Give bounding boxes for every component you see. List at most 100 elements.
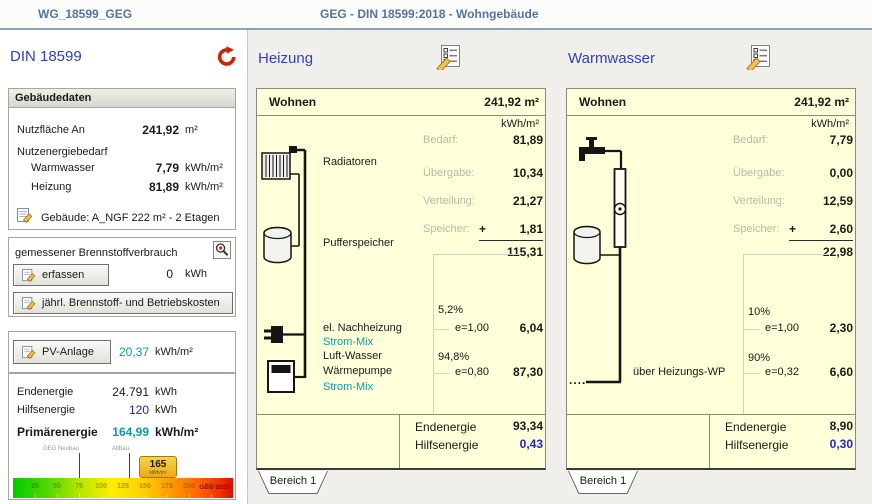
bracket-tick	[433, 373, 449, 374]
heating-zone-tab-label: Bereich 1	[259, 471, 327, 493]
sum-line	[479, 240, 543, 241]
panel-aux-label: Hilfsenergie	[725, 438, 788, 452]
heating-title: Heizung	[258, 50, 313, 67]
final-energy-unit: kWh	[155, 386, 177, 398]
panel-aux-value: 0,30	[789, 437, 853, 451]
zone-header: Wohnen 241,92 m²	[567, 89, 855, 116]
buffer-tank-icon	[264, 228, 291, 263]
bar-tick	[167, 494, 168, 498]
dhw-value: 7,79	[119, 161, 179, 175]
speicher-label: Speicher:	[733, 223, 779, 235]
bar-tick	[101, 494, 102, 498]
scale-tick: 150	[134, 483, 156, 490]
storage-label: Pufferspeicher	[323, 237, 394, 249]
costs-label: jährl. Brennstoff- und Betriebskosten	[42, 297, 220, 309]
generator-name2: Wärmepumpe	[323, 365, 392, 377]
uebergabe-value: 0,00	[789, 166, 853, 180]
bracket-line	[743, 254, 829, 255]
heat-pump-icon	[268, 361, 305, 392]
primary-energy-label: Primärenergie	[17, 425, 98, 439]
faucet-icon	[579, 137, 605, 161]
bar-tick	[35, 494, 36, 498]
emitter-label: Radiatoren	[323, 156, 377, 168]
panel-aux-value: 0,43	[479, 437, 543, 451]
generator-share: 5,2%	[438, 304, 463, 316]
fuel-value: 0	[113, 267, 173, 281]
bar-tick	[145, 494, 146, 498]
main-window: WG_18599_GEG GEG - DIN 18599:2018 - Wohn…	[0, 0, 872, 504]
totals-divider-v	[709, 414, 710, 468]
pv-label: PV-Anlage	[42, 346, 94, 358]
dhw-title: Warmwasser	[568, 50, 655, 67]
electric-plug-icon	[264, 326, 305, 343]
bracket-tick	[743, 329, 759, 330]
dhw-zone-tab-label: Bereich 1	[569, 471, 637, 493]
refresh-icon[interactable]	[216, 46, 238, 68]
sum-line	[789, 240, 853, 241]
preview-icon[interactable]	[213, 241, 231, 259]
scale-tick: 75	[68, 483, 90, 490]
unit-header: kWh/m²	[501, 118, 539, 130]
scale-tick: 125	[112, 483, 134, 490]
fuel-unit: kWh	[185, 268, 207, 280]
heating-zone-tab[interactable]: Bereich 1	[258, 471, 328, 494]
building-info[interactable]: Gebäude: A_NGF 222 m² - 2 Etagen	[41, 212, 220, 224]
record-fuel-label: erfassen	[42, 269, 84, 281]
bedarf-value: 7,79	[789, 133, 853, 147]
heating-edit-icon[interactable]	[436, 44, 462, 70]
storage-tank-icon	[574, 227, 600, 264]
speicher-value: 1,81	[479, 222, 543, 236]
uebergabe-value: 10,34	[479, 166, 543, 180]
heating-panel: Wohnen 241,92 m² kWh/m² Bedarf: 81,89 Üb…	[256, 88, 546, 470]
generator-share: 94,8%	[438, 351, 469, 363]
zone-name: Wohnen	[579, 95, 626, 109]
heat-label: Heizung	[31, 181, 71, 193]
generator-name: el. Nachheizung	[323, 322, 402, 334]
bracket-tick	[433, 329, 449, 330]
verteilung-value: 21,27	[479, 194, 543, 208]
speicher-label: Speicher:	[423, 223, 469, 235]
demand-label: Nutzenergiebedarf	[17, 146, 108, 158]
building-data-box: Gebäudedaten Nutzfläche An 241,92 m² Nut…	[8, 88, 236, 230]
scale-tick: 175	[156, 483, 178, 490]
bedarf-label: Bedarf:	[423, 134, 458, 146]
generator-value: 6,04	[479, 321, 543, 335]
verteilung-value: 12,59	[789, 194, 853, 208]
primary-energy-unit: kWh/m²	[155, 425, 198, 439]
record-fuel-button[interactable]: erfassen	[13, 264, 109, 286]
panel-final-label: Endenergie	[415, 420, 476, 434]
title-bar: WG_18599_GEG GEG - DIN 18599:2018 - Wohn…	[0, 0, 872, 30]
bar-tick	[57, 494, 58, 498]
pv-value: 20,37	[89, 345, 149, 359]
marker-old-label: Altbau	[105, 446, 129, 452]
verteilung-label: Verteilung:	[733, 195, 785, 207]
panel-final-label: Endenergie	[725, 420, 786, 434]
costs-button[interactable]: jährl. Brennstoff- und Betriebskosten	[13, 292, 233, 314]
dhw-unit: kWh/m²	[185, 162, 223, 174]
dhw-edit-icon[interactable]	[746, 44, 772, 70]
dhw-zone-tab[interactable]: Bereich 1	[568, 471, 638, 494]
heat-value: 81,89	[119, 180, 179, 194]
scale-end-label: GEG 2020	[199, 484, 230, 491]
badge-value: 165	[140, 459, 176, 470]
unit-header: kWh/m²	[811, 118, 849, 130]
edit-building-icon[interactable]	[17, 208, 34, 223]
scale-tick: 200	[178, 483, 200, 490]
scale-tick: 100	[90, 483, 112, 490]
zone-name: Wohnen	[269, 95, 316, 109]
aux-energy-label: Hilfsenergie	[17, 404, 75, 416]
area-value: 241,92	[119, 123, 179, 137]
area-label: Nutzfläche An	[17, 124, 85, 136]
bracket-line	[743, 254, 744, 414]
scale-tick: 50	[46, 483, 68, 490]
area-unit: m²	[185, 124, 198, 136]
zone-area: 241,92 m²	[484, 95, 539, 109]
final-energy-label: Endenergie	[17, 386, 73, 398]
primary-energy-badge: 165 kWh/m²	[139, 456, 177, 478]
scale-tick: 25	[24, 483, 46, 490]
bracket-line	[433, 254, 434, 414]
totals-divider	[257, 414, 545, 415]
totals-divider-v	[399, 414, 400, 468]
pv-unit: kWh/m²	[155, 346, 193, 358]
bedarf-value: 81,89	[479, 133, 543, 147]
